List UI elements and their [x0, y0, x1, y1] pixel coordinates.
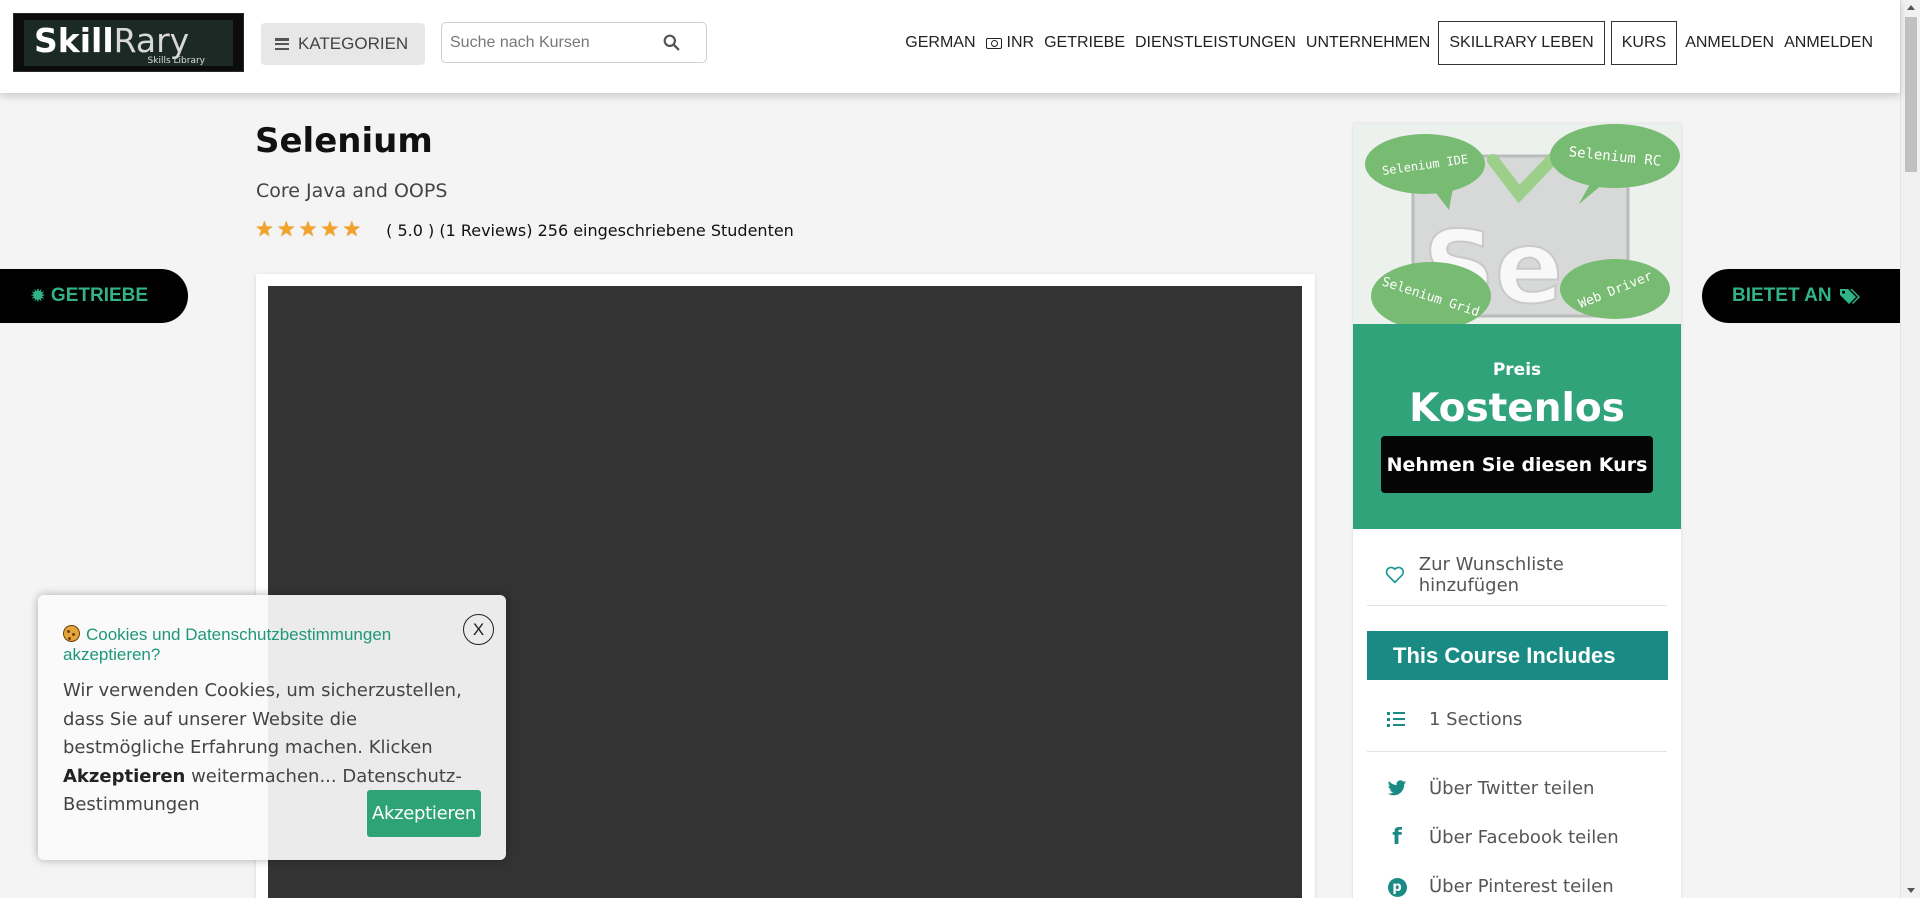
close-icon[interactable]: X: [463, 614, 494, 645]
logo-tagline: Skills Library: [147, 56, 205, 66]
share-facebook-label: Über Facebook teilen: [1429, 826, 1619, 848]
nav-login[interactable]: ANMELDEN: [1680, 21, 1779, 65]
course-title: Selenium: [255, 121, 433, 161]
star-icon: ★: [276, 218, 296, 241]
wishlist-label: Zur Wunschliste hinzufügen: [1418, 553, 1564, 596]
star-icon: ★: [342, 218, 362, 241]
scroll-down-icon[interactable]: [1907, 888, 1915, 893]
nav-currency-label: INR: [1006, 34, 1035, 51]
money-icon: [985, 37, 1002, 49]
nav-services[interactable]: DIENSTLEISTUNGEN: [1130, 21, 1301, 65]
cookie-title: Cookies und Datenschutzbestimmungen akze…: [63, 625, 443, 665]
page-scrollbar[interactable]: [1900, 0, 1920, 898]
search-box: [441, 22, 707, 63]
price-box: Preis Kostenlos Nehmen Sie diesen Kurs: [1353, 324, 1681, 529]
share-twitter-label: Über Twitter teilen: [1429, 777, 1595, 799]
sections-label: 1 Sections: [1429, 708, 1523, 730]
side-tab-getriebe-label: GETRIEBE: [50, 285, 149, 306]
share-pinterest-label: Über Pinterest teilen: [1429, 875, 1614, 897]
cookie-consent-popup: X Cookies und Datenschutzbestimmungen ak…: [38, 595, 506, 860]
cookie-accept-emphasis: Akzeptieren: [63, 765, 186, 787]
share-pinterest-link[interactable]: p Über Pinterest teilen: [1367, 864, 1667, 898]
pinterest-icon: p: [1387, 875, 1407, 897]
tags-icon: [1839, 289, 1860, 304]
price-value: Kostenlos: [1409, 386, 1625, 431]
nav-signup[interactable]: ANMELDEN: [1779, 21, 1878, 65]
accept-cookies-button[interactable]: Akzeptieren: [367, 790, 481, 837]
skillrary-logo[interactable]: SkillRary Skills Library: [13, 13, 244, 72]
categories-button[interactable]: KATEGORIEN: [261, 23, 425, 65]
search-input[interactable]: [450, 31, 650, 55]
course-subtitle: Core Java and OOPS: [256, 180, 448, 202]
side-tab-getriebe[interactable]: ✹ GETRIEBE: [0, 269, 188, 323]
add-to-wishlist[interactable]: Zur Wunschliste hinzufügen: [1367, 544, 1667, 606]
share-facebook-link[interactable]: f Über Facebook teilen: [1367, 815, 1667, 859]
side-tab-offers[interactable]: BIETET AN: [1702, 269, 1900, 323]
menu-icon: [275, 38, 289, 50]
share-twitter-link[interactable]: Über Twitter teilen: [1367, 766, 1667, 810]
course-includes-heading: This Course Includes: [1367, 631, 1668, 680]
main-nav: GERMAN INR GETRIEBE DIENSTLEISTUNGEN UNT…: [900, 21, 1878, 65]
gear-icon: ✹: [30, 285, 46, 307]
nav-getriebe[interactable]: GETRIEBE: [1039, 21, 1130, 65]
star-icon: ★: [255, 218, 274, 241]
twitter-icon: [1387, 779, 1407, 795]
course-thumbnail: Se Selenium IDE Selenium RC Selenium Gri…: [1353, 124, 1681, 324]
take-course-button[interactable]: Nehmen Sie diesen Kurs: [1381, 436, 1653, 493]
nav-currency[interactable]: INR: [981, 21, 1040, 65]
price-label: Preis: [1492, 360, 1542, 380]
selenium-logo-image: Se Selenium IDE Selenium RC Selenium Gri…: [1353, 124, 1681, 324]
cookie-icon: [63, 625, 80, 642]
scroll-up-icon[interactable]: [1907, 5, 1915, 10]
logo-wordmark: SkillRary: [34, 21, 190, 60]
side-tab-offers-label: BIETET AN: [1732, 285, 1832, 306]
scrollbar-thumb[interactable]: [1905, 17, 1917, 172]
top-header: SkillRary Skills Library KATEGORIEN GERM…: [0, 0, 1900, 93]
star-icon: ★: [298, 218, 318, 241]
star-icon: ★: [320, 218, 340, 241]
heart-icon: [1385, 566, 1405, 584]
search-icon[interactable]: [663, 34, 680, 51]
facebook-icon: f: [1392, 824, 1402, 850]
nav-company[interactable]: UNTERNEHMEN: [1301, 21, 1435, 65]
rating-stars: ★ ★ ★ ★ ★: [255, 218, 362, 241]
sections-count: 1 Sections: [1367, 687, 1667, 752]
nav-skillrary-live[interactable]: SKILLRARY LEBEN: [1438, 21, 1605, 65]
cookie-title-text: Cookies und Datenschutzbestimmungen akze…: [63, 625, 392, 664]
rating-text: ( 5.0 ) (1 Reviews) 256 eingeschriebene …: [386, 220, 794, 240]
nav-language[interactable]: GERMAN: [900, 21, 980, 65]
nav-course[interactable]: KURS: [1610, 21, 1678, 65]
list-icon: [1387, 711, 1407, 727]
categories-label: KATEGORIEN: [298, 34, 409, 53]
course-sidebar: Se Selenium IDE Selenium RC Selenium Gri…: [1353, 124, 1681, 898]
course-rating: ★ ★ ★ ★ ★ ( 5.0 ) (1 Reviews) 256 eingeschri…: [255, 218, 794, 241]
